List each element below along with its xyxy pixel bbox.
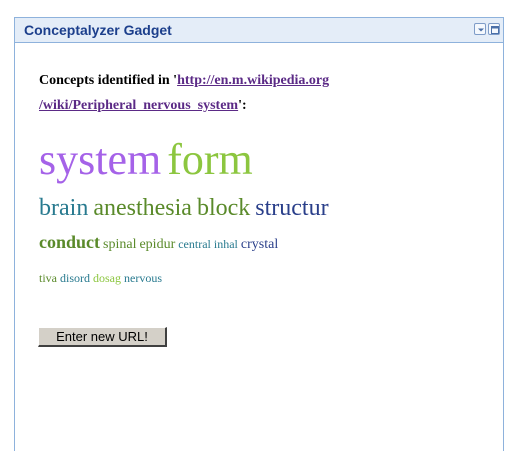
concept-crystal[interactable]: crystal (241, 238, 278, 252)
concept-structur[interactable]: structur (255, 196, 328, 220)
gadget-titlebar: Conceptalyzer Gadget (14, 17, 504, 43)
concept-central[interactable]: central (178, 238, 211, 250)
concept-cloud-row-2: brain anesthesia block structur (39, 196, 329, 220)
intro-prefix: Concepts identified in ' (39, 73, 178, 88)
maximize-icon[interactable] (488, 23, 500, 35)
concept-form[interactable]: form (167, 138, 253, 182)
concept-anesthesia[interactable]: anesthesia (93, 196, 192, 220)
source-url-link-part1[interactable]: http://en.m.wikipedia.org (177, 73, 329, 88)
concept-tiva[interactable]: tiva (39, 272, 57, 284)
enter-new-url-button[interactable]: Enter new URL! (38, 327, 167, 347)
gadget-title: Conceptalyzer Gadget (24, 22, 172, 38)
concept-cloud-row-3: conduct spinal epidur central inhal crystal (39, 233, 278, 253)
concept-cloud-row-1: system form (39, 138, 253, 182)
concept-inhal[interactable]: inhal (214, 238, 238, 250)
concept-epidur[interactable]: epidur (139, 238, 175, 252)
source-url-link-part2[interactable]: /wiki/Peripheral_nervous_system (39, 98, 238, 113)
concept-brain[interactable]: brain (39, 196, 88, 220)
concept-dosag[interactable]: dosag (93, 272, 121, 284)
concept-conduct[interactable]: conduct (39, 233, 100, 251)
concept-nervous[interactable]: nervous (124, 272, 162, 284)
concept-block[interactable]: block (197, 196, 250, 220)
concept-spinal[interactable]: spinal (103, 238, 136, 252)
concept-system[interactable]: system (39, 138, 161, 182)
intro-suffix: ': (238, 98, 247, 113)
concept-cloud-row-4: tiva disord dosag nervous (39, 269, 162, 287)
concept-disord[interactable]: disord (60, 272, 90, 284)
minimize-icon[interactable] (474, 23, 486, 35)
concepts-intro: Concepts identified in 'http://en.m.wiki… (39, 68, 459, 118)
